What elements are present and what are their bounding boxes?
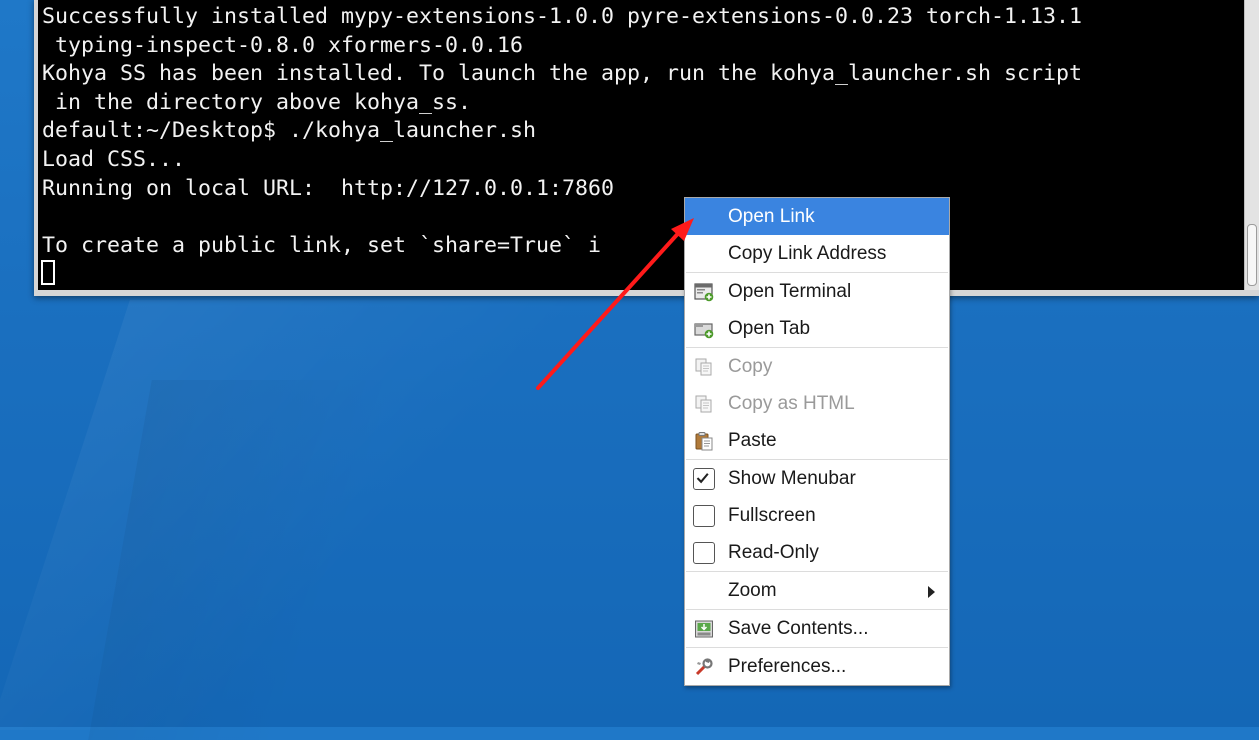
menu-item-preferences[interactable]: Preferences... xyxy=(685,648,949,685)
terminal-line: Load CSS... xyxy=(42,146,186,172)
menu-item-label: Save Contents... xyxy=(728,618,869,639)
menu-item-label: Paste xyxy=(728,430,777,451)
menu-item-fullscreen[interactable]: Fullscreen xyxy=(685,497,949,534)
menu-item-label: Copy Link Address xyxy=(728,243,887,264)
copy-icon xyxy=(695,358,712,376)
open-terminal-icon xyxy=(694,283,714,302)
menu-item-save-contents[interactable]: Save Contents... xyxy=(685,610,949,647)
menu-item-label: Preferences... xyxy=(728,656,847,677)
menu-item-read-only[interactable]: Read-Only xyxy=(685,534,949,571)
open-tab-icon xyxy=(694,323,714,339)
menu-item-label: Open Terminal xyxy=(728,281,852,302)
menu-item-open-link[interactable]: Open Link xyxy=(685,198,949,235)
preferences-icon xyxy=(695,658,713,676)
menu-item-copy[interactable]: Copy xyxy=(685,348,949,385)
menu-item-label: Open Tab xyxy=(728,318,811,339)
checkbox-checked-icon[interactable] xyxy=(693,468,715,490)
desktop-wallpaper-streak xyxy=(0,300,650,730)
menu-item-label: Read-Only xyxy=(728,542,819,563)
submenu-arrow-icon xyxy=(928,586,935,598)
copy-html-icon xyxy=(695,395,712,413)
menu-item-label: Fullscreen xyxy=(728,505,816,526)
save-contents-icon xyxy=(695,620,713,638)
terminal-line: typing-inspect-0.8.0 xformers-0.0.16 xyxy=(42,32,524,58)
menu-item-paste[interactable]: Paste xyxy=(685,422,949,459)
terminal-cursor xyxy=(41,260,55,286)
terminal-line-url[interactable]: Running on local URL: http://127.0.0.1:7… xyxy=(42,176,614,201)
checkbox-unchecked-icon[interactable] xyxy=(693,505,715,527)
menu-item-label: Show Menubar xyxy=(728,468,856,489)
context-menu[interactable]: Open Link Copy Link Address Open Termina… xyxy=(684,197,950,686)
menu-item-zoom[interactable]: Zoom xyxy=(685,572,949,609)
terminal-screen[interactable]: Successfully installed mypy-extensions-1… xyxy=(38,0,1245,290)
menu-item-show-menubar[interactable]: Show Menubar xyxy=(685,460,949,497)
menu-item-copy-as-html[interactable]: Copy as HTML xyxy=(685,385,949,422)
terminal-line: default:~/Desktop$ ./kohya_launcher.sh xyxy=(42,118,537,144)
terminal-line: Successfully installed mypy-extensions-1… xyxy=(42,4,1083,29)
terminal-output[interactable]: Successfully installed mypy-extensions-1… xyxy=(38,0,1245,290)
terminal-line: To create a public link, set `share=True… xyxy=(42,232,602,258)
terminal-line: Kohya SS has been installed. To launch t… xyxy=(42,61,1083,87)
desktop-wallpaper-shade xyxy=(88,380,452,740)
menu-item-label: Open Link xyxy=(728,206,815,227)
menu-item-open-terminal[interactable]: Open Terminal xyxy=(685,273,949,310)
menu-item-label: Zoom xyxy=(728,580,777,601)
menu-item-label: Copy xyxy=(728,356,773,377)
menu-item-open-tab[interactable]: Open Tab xyxy=(685,310,949,347)
terminal-window[interactable]: Successfully installed mypy-extensions-1… xyxy=(34,0,1259,296)
menu-item-copy-link-address[interactable]: Copy Link Address xyxy=(685,235,949,272)
terminal-line: in the directory above kohya_ss. xyxy=(42,89,472,115)
paste-icon xyxy=(695,432,713,451)
terminal-scrollbar[interactable] xyxy=(1244,0,1259,290)
menu-item-label: Copy as HTML xyxy=(728,393,855,414)
checkbox-unchecked-icon[interactable] xyxy=(693,542,715,564)
scrollbar-thumb[interactable] xyxy=(1247,224,1257,286)
